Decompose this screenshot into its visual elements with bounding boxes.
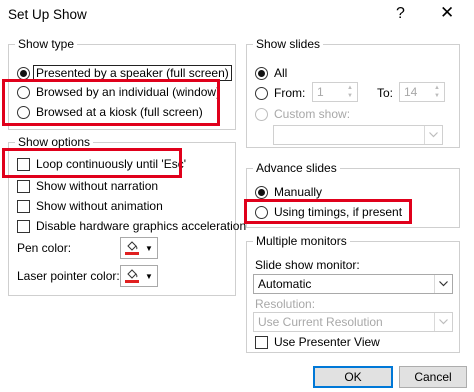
- spinner-arrows-icon: ▲ ▼: [347, 85, 353, 99]
- chevron-down-icon: [434, 313, 452, 331]
- monitor-value: Automatic: [258, 277, 312, 291]
- radio-button[interactable]: [17, 105, 30, 119]
- title-bar: Set Up Show ? ✕: [0, 0, 474, 34]
- resolution-label: Resolution:: [255, 297, 316, 311]
- radio-from-slides[interactable]: From:: [255, 84, 305, 102]
- show-type-group: Show type Presented by a speaker (full s…: [8, 36, 236, 130]
- dropdown-arrow-icon: ▼: [145, 243, 153, 253]
- close-icon[interactable]: ✕: [440, 3, 454, 23]
- show-slides-group: Show slides All From: 1 ▲ ▼ To: 14 ▲ ▼ Cus…: [246, 36, 460, 148]
- advance-slides-legend: Advance slides: [253, 160, 340, 176]
- paint-bucket-icon: [121, 266, 143, 286]
- checkbox[interactable]: [17, 179, 30, 193]
- radio-browsed-by-individual[interactable]: Browsed by an individual (window): [17, 83, 220, 101]
- cancel-button[interactable]: Cancel: [399, 366, 467, 388]
- show-slides-legend: Show slides: [253, 36, 324, 52]
- spinner-arrows-icon: ▲ ▼: [434, 85, 440, 99]
- radio-manually[interactable]: Manually: [255, 183, 322, 201]
- animation-label: Show without animation: [36, 199, 163, 213]
- radio-kiosk-label: Browsed at a kiosk (full screen): [36, 105, 203, 119]
- show-options-legend: Show options: [15, 134, 94, 150]
- radio-button[interactable]: [255, 66, 268, 80]
- help-icon[interactable]: ?: [396, 5, 405, 23]
- to-spinner[interactable]: 14 ▲ ▼: [399, 82, 445, 102]
- checkbox[interactable]: [255, 335, 268, 349]
- pen-color-label: Pen color:: [17, 241, 72, 255]
- chevron-down-icon: [434, 275, 452, 293]
- checkbox[interactable]: [17, 157, 30, 171]
- ok-button[interactable]: OK: [313, 366, 393, 388]
- radio-button[interactable]: [255, 107, 268, 121]
- laser-color-swatch: [125, 280, 139, 283]
- slide-show-monitor-select[interactable]: Automatic: [253, 274, 453, 294]
- from-label: From:: [274, 86, 306, 100]
- chevron-down-icon: [424, 126, 442, 144]
- radio-individual-label: Browsed by an individual (window): [36, 85, 221, 99]
- to-label: To:: [377, 86, 394, 100]
- from-spinner[interactable]: 1 ▲ ▼: [312, 82, 358, 102]
- multiple-monitors-group: Multiple monitors Slide show monitor: Au…: [246, 233, 460, 353]
- show-type-legend: Show type: [15, 36, 78, 52]
- radio-button[interactable]: [17, 66, 30, 80]
- show-options-group: Show options Loop continuously until 'Es…: [8, 134, 246, 296]
- presenter-view-label: Use Presenter View: [274, 335, 380, 349]
- narration-label: Show without narration: [36, 179, 159, 193]
- from-value: 1: [317, 85, 324, 99]
- checkbox[interactable]: [17, 219, 30, 233]
- custom-show-select[interactable]: [273, 125, 443, 145]
- radio-using-timings[interactable]: Using timings, if present: [255, 203, 402, 221]
- radio-presented-label: Presented by a speaker (full screen): [33, 65, 232, 81]
- slide-show-monitor-label: Slide show monitor:: [255, 258, 360, 272]
- radio-browsed-at-kiosk[interactable]: Browsed at a kiosk (full screen): [17, 103, 203, 121]
- resolution-select[interactable]: Use Current Resolution: [253, 312, 453, 332]
- multiple-monitors-legend: Multiple monitors: [253, 233, 350, 249]
- radio-button[interactable]: [255, 86, 268, 100]
- checkbox-without-narration[interactable]: Show without narration: [17, 177, 158, 195]
- set-up-show-dialog: Set Up Show ? ✕ Show type Presented by a…: [0, 0, 474, 392]
- hw-accel-label: Disable hardware graphics acceleration: [36, 219, 247, 233]
- radio-button[interactable]: [255, 205, 268, 219]
- checkbox-loop-continuously[interactable]: Loop continuously until 'Esc': [17, 155, 186, 173]
- to-value: 14: [404, 85, 418, 99]
- all-label: All: [274, 66, 288, 80]
- radio-presented-by-speaker[interactable]: Presented by a speaker (full screen): [17, 64, 232, 82]
- pen-color-swatch: [125, 252, 139, 255]
- radio-button[interactable]: [255, 185, 268, 199]
- loop-label: Loop continuously until 'Esc': [36, 157, 187, 171]
- dialog-title: Set Up Show: [8, 7, 87, 22]
- custom-show-label: Custom show:: [274, 107, 351, 121]
- radio-all-slides[interactable]: All: [255, 64, 287, 82]
- paint-bucket-icon: [121, 238, 143, 258]
- radio-button[interactable]: [17, 85, 30, 99]
- advance-slides-group: Advance slides Manually Using timings, i…: [246, 160, 460, 228]
- resolution-value: Use Current Resolution: [258, 315, 383, 329]
- timings-label: Using timings, if present: [274, 205, 403, 219]
- checkbox-disable-hw-acceleration[interactable]: Disable hardware graphics acceleration: [17, 217, 246, 235]
- laser-color-label: Laser pointer color:: [17, 269, 120, 283]
- manually-label: Manually: [274, 185, 323, 199]
- checkbox-without-animation[interactable]: Show without animation: [17, 197, 163, 215]
- checkbox[interactable]: [17, 199, 30, 213]
- checkbox-presenter-view[interactable]: Use Presenter View: [255, 333, 380, 351]
- pen-color-picker[interactable]: ▼: [120, 237, 158, 259]
- dropdown-arrow-icon: ▼: [145, 271, 153, 281]
- radio-custom-show[interactable]: Custom show:: [255, 105, 350, 123]
- laser-color-picker[interactable]: ▼: [120, 265, 158, 287]
